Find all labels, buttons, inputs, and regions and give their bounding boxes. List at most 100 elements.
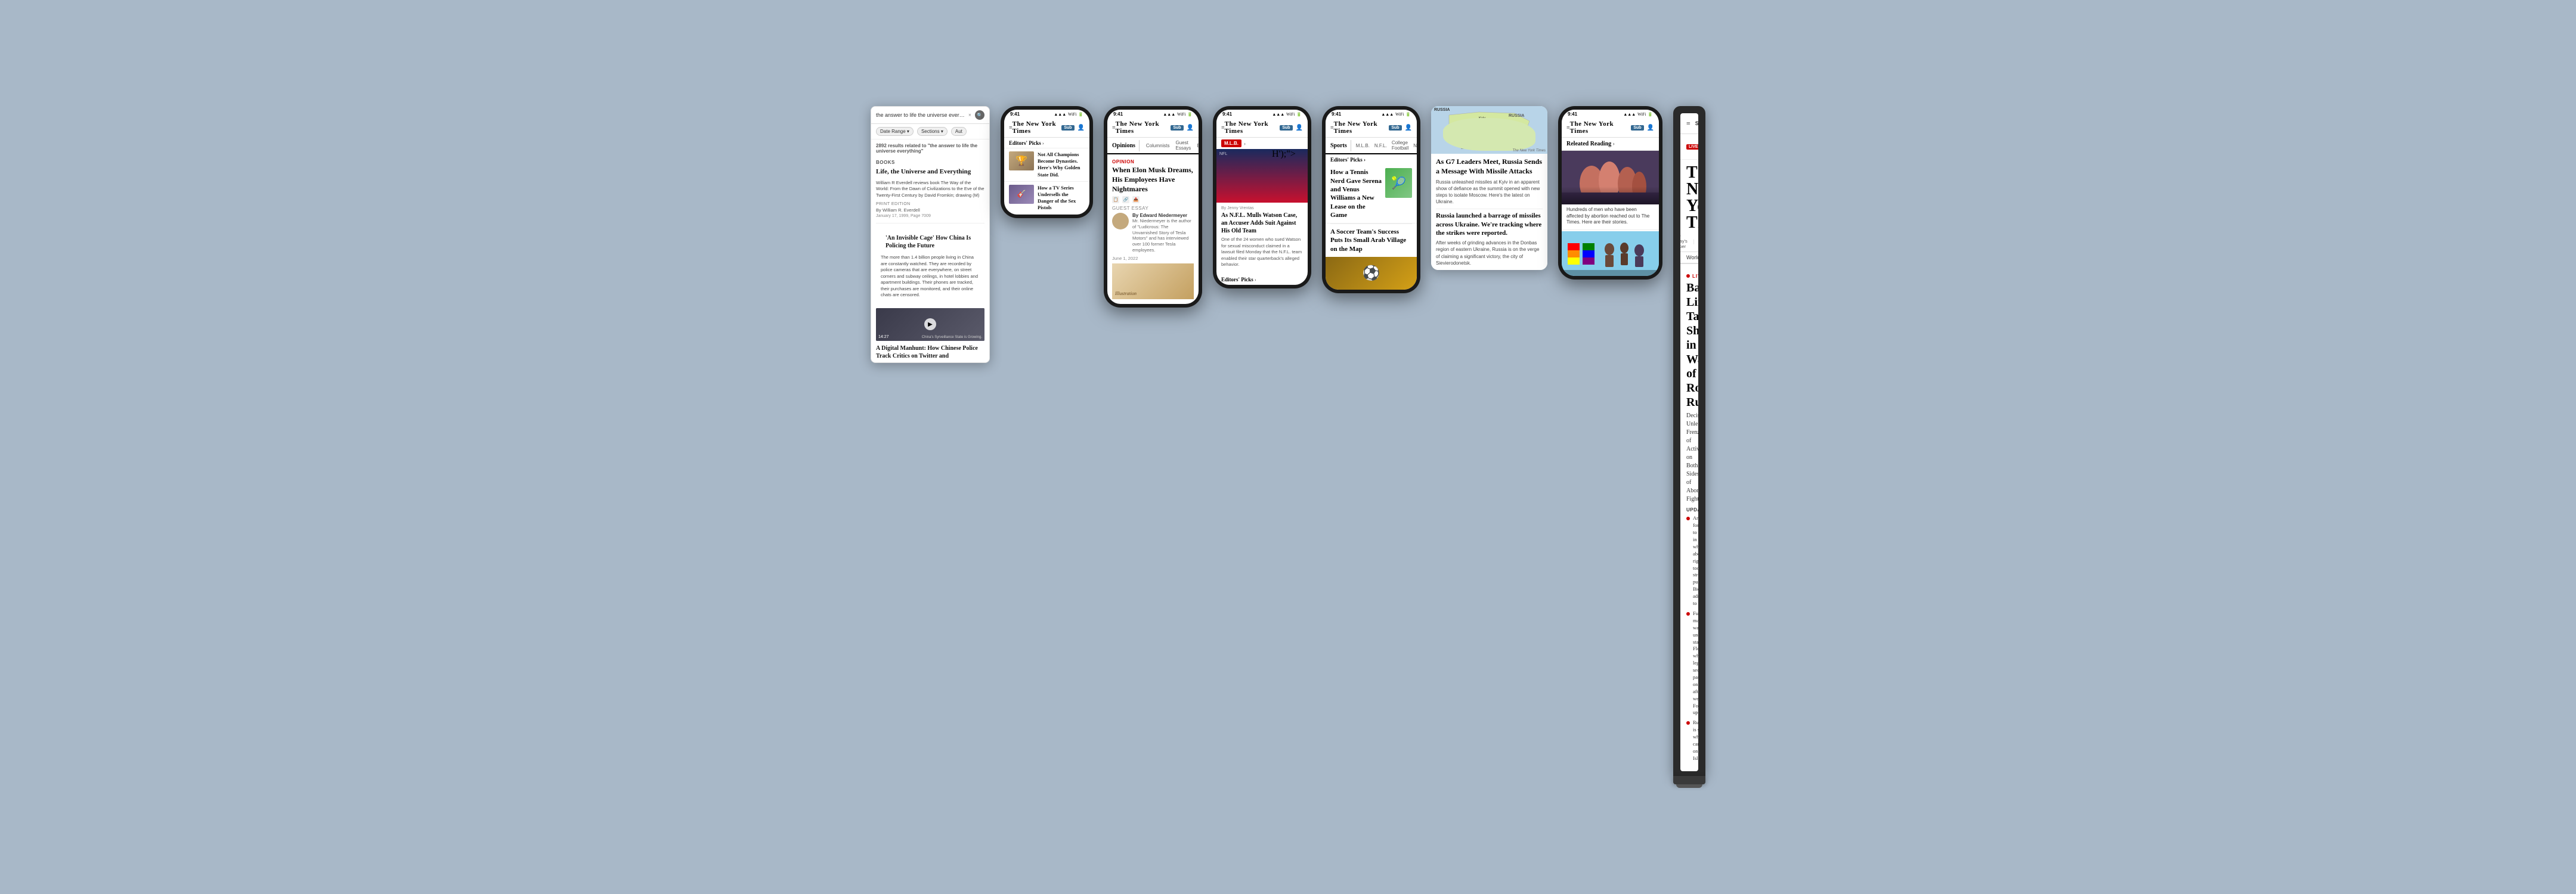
related-big-image [1562,151,1659,204]
play-button[interactable]: ▶ [924,318,936,330]
opinions-label[interactable]: Opinions [1112,140,1140,151]
status-indicators-7: ▲▲▲WiFi🔋 [1623,112,1653,117]
desktop-hamburger[interactable]: ≡ [1686,119,1690,128]
columnists-nav[interactable]: Columnists [1143,141,1173,151]
russia-excerpt: After weeks of grinding advances in the … [1436,240,1543,266]
status-indicators-3: ▲▲▲WiFi🔋 [1163,112,1193,117]
author-avatar [1112,213,1129,229]
mlb-tab[interactable]: M.L.B. [1354,141,1372,151]
update-3: Rudy Giuliani is struck while campaignin… [1686,719,1698,762]
sub-badge-3[interactable]: Sub [1171,125,1183,131]
article-title-life-universe[interactable]: Life, the Universe and Everything [871,166,989,179]
edi-nav[interactable]: Edi [1194,141,1199,151]
aut-filter[interactable]: Aut [951,127,967,136]
sub-badge-4[interactable]: Sub [1280,125,1292,131]
author-name: By Edward Niedermeyer [1132,213,1194,218]
nfl-tab[interactable]: N.F.L. [1372,141,1389,151]
laptop-frame: ≡ Sections 🔍 U.S. International Canada E… [1673,106,1705,775]
status-indicators-5: ▲▲▲WiFi🔋 [1381,112,1411,117]
map-svg: Kyiv Donbas RUSSIA UKRAINE [1431,106,1547,154]
china-article-title[interactable]: 'An Invisible Cage' How China Is Policin… [881,234,980,252]
nyt-masthead: The New York Times Thursday, June 16, 20… [1680,160,1698,252]
nav-icons: Sub 👤 [1061,125,1085,131]
main-deck: Decision Unleashes Frenzy of Activity on… [1686,412,1692,504]
article-excerpt-1: William R Everdell reviews book The Way … [871,180,989,203]
ep-title-2: How a TV Series Undersells the Danger of… [1038,185,1085,211]
sub-badge[interactable]: Sub [1061,125,1074,131]
status-indicators: ▲▲▲WiFi🔋 [1054,112,1083,117]
close-icon[interactable]: × [968,112,971,118]
search-button[interactable]: 🔍 [975,110,984,120]
ep-card-1[interactable]: 🏆 Not All Champions Become Dynasties. He… [1004,148,1089,181]
share-icon-2[interactable]: 🔗 [1122,196,1129,203]
share-icons: 📋 🔗 📤 [1112,196,1194,203]
nfl-hero-image: H');"> NFL [1216,149,1308,203]
russia-barrage-title[interactable]: Russia launched a barrage of missiles ac… [1436,212,1543,237]
related-bottom-image [1562,231,1659,276]
laptop-base [1673,776,1705,784]
mlb-badge[interactable]: M.L.B. [1221,139,1241,147]
phone-editors-picks: 9:41 ▲▲▲WiFi🔋 ≡ The New York Times Sub 👤… [1001,106,1093,218]
opinion-title[interactable]: When Elon Musk Dreams, His Employees Hav… [1112,166,1194,194]
nfl-article-excerpt: One of the 24 women who sued Watson for … [1221,237,1303,268]
sub-badge-5[interactable]: Sub [1389,125,1401,131]
g7-title[interactable]: As G7 Leaders Meet, Russia Sends a Messa… [1436,157,1543,176]
opinions-nav-bar: Opinions Columnists Guest Essays Edi [1107,138,1199,154]
svg-text:UKRAINE: UKRAINE [1461,147,1475,150]
share-icon-1[interactable]: 📋 [1112,196,1119,203]
results-count: 2892 results related to "the answer to l… [871,139,989,157]
laptop-foot [1676,784,1702,788]
user-icon-4[interactable]: 👤 [1296,125,1303,131]
ukraine-article-content: As G7 Leaders Meet, Russia Sends a Messa… [1431,154,1547,270]
article-body: Updates Anti-abortion forces vowed to se… [1686,507,1692,765]
dateline-1: January 17, 1999, Page 7009 [871,214,989,223]
opinion-date: June 1, 2022 [1112,256,1194,261]
date-range-filter[interactable]: Date Range ▾ [876,127,914,136]
user-icon-5[interactable]: 👤 [1405,125,1412,131]
college-football-tab[interactable]: College Football [1389,138,1411,153]
live-dot [1686,274,1690,278]
author-byline: By Edward Niedermeyer Mr. Niedermeyer is… [1112,213,1194,253]
print-edition-label: PRINT EDITION [871,202,989,207]
user-icon-7[interactable]: 👤 [1647,125,1654,131]
phone-opinions: 9:41 ▲▲▲WiFi🔋 ≡ The New York Times Sub 👤… [1104,106,1202,307]
guest-essays-nav[interactable]: Guest Essays [1173,138,1194,153]
digital-manhunt-title[interactable]: A Digital Manhunt: How Chinese Police Tr… [871,343,989,362]
editors-picks-4[interactable]: Editors' Picks [1221,277,1253,283]
user-icon[interactable]: 👤 [1078,125,1085,131]
nyt-desktop: ≡ Sections 🔍 U.S. International Canada E… [1680,113,1698,771]
nyt-logo: The New York Times [1013,120,1062,135]
live-badge: LIVE [1686,144,1698,150]
editors-picks-label[interactable]: Editors' Picks [1009,140,1041,146]
opinion-tag: OPINION [1112,159,1194,164]
nyt-logo-3: The New York Times [1116,120,1171,135]
status-indicators-4: ▲▲▲WiFi🔋 [1272,112,1302,117]
related-caption-1: Hundreds of men who have been affected b… [1562,204,1659,228]
sections-label[interactable]: Sections [1695,120,1698,126]
article-left-col: Updates Anti-abortion forces vowed to se… [1686,507,1698,765]
author-title: Mr. Niedermeyer is the author of "Ludicr… [1132,218,1194,253]
user-icon-3[interactable]: 👤 [1187,125,1194,131]
nfl-article-title[interactable]: As N.F.L. Mulls Watson Case, an Accuser … [1221,212,1303,235]
bullet-3 [1686,721,1690,725]
nfl-byline: By Jenny Vrentas [1221,206,1303,210]
sports-label[interactable]: Sports [1330,140,1351,151]
share-icon-3[interactable]: 📤 [1132,196,1140,203]
sub-badge-7[interactable]: Sub [1631,125,1643,131]
nav-world[interactable]: World [1686,254,1698,260]
nyt-logo-5: The New York Times [1334,120,1389,135]
sections-filter[interactable]: Sections ▾ [917,127,948,136]
nyt-masthead-title[interactable]: The New York Times [1686,164,1692,231]
update-text-3: Rudy Giuliani is struck while campaignin… [1693,719,1698,762]
today-paper-link[interactable]: Today's Paper [1680,233,1688,249]
update-text-2: Further maneuvering was already underway… [1693,610,1698,716]
main-headline[interactable]: Battle Lines Take Shape in Wake of Roe R… [1686,281,1692,409]
status-time-5: 9:41 [1332,111,1341,117]
tennis-article[interactable]: How a Tennis Nerd Gave Serena and Venus … [1326,164,1417,224]
soccer-article-title[interactable]: A Soccer Team's Success Puts Its Small A… [1326,224,1417,257]
status-time-4: 9:41 [1222,111,1232,117]
status-time-7: 9:41 [1568,111,1577,117]
main-article-section: LIVE Battle Lines Take Shape in Wake of … [1680,264,1698,771]
nb-tab[interactable]: N.B. [1411,141,1417,151]
ep-card-2[interactable]: 🎸 How a TV Series Undersells the Danger … [1004,182,1089,215]
